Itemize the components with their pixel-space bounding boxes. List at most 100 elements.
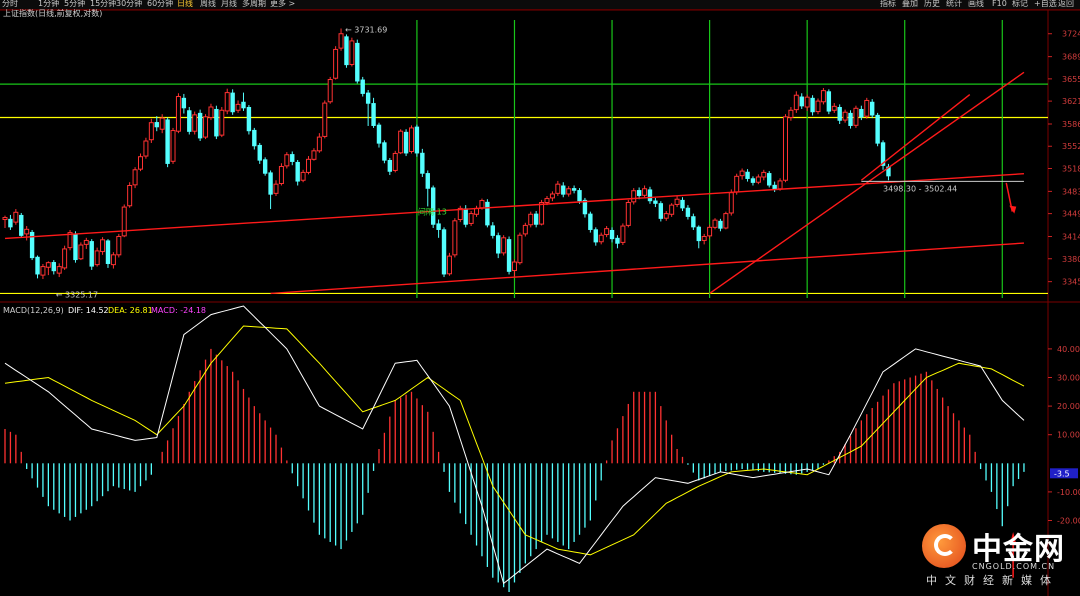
price-tick-label: 3689 xyxy=(1062,53,1080,62)
candle-body-up xyxy=(734,175,740,193)
candle-body-up xyxy=(338,33,344,49)
candle-body-down xyxy=(685,207,691,217)
candle-body-up xyxy=(94,250,100,266)
candle-body-up xyxy=(170,130,176,162)
candle-body-down xyxy=(365,92,371,104)
candle-body-up xyxy=(793,94,799,111)
candle-body-down xyxy=(696,226,701,242)
candle-body-down xyxy=(441,229,447,275)
candle-body-down xyxy=(653,200,658,204)
candle-body-up xyxy=(40,266,46,276)
candle-body-down xyxy=(371,103,376,126)
candle-body-down xyxy=(767,173,772,186)
price-tick-label: 3552 xyxy=(1062,142,1080,151)
candle-body-up xyxy=(604,228,610,236)
candle-body-down xyxy=(51,262,56,272)
candle-body-down xyxy=(848,112,853,126)
candle-body-up xyxy=(701,236,707,241)
macd-current-value: -3.5 xyxy=(1054,469,1070,478)
candle-body-up xyxy=(24,228,30,235)
candle-body-down xyxy=(745,171,750,179)
candle-body-up xyxy=(306,158,312,173)
price-tick-label: 3414 xyxy=(1062,233,1080,242)
candle-body-up xyxy=(761,171,767,178)
candle-body-up xyxy=(555,183,561,194)
candle-body-down xyxy=(230,92,235,113)
price-tick-label: 3586 xyxy=(1062,120,1080,129)
logo-domain: CNGOLD.COM.CN xyxy=(972,562,1056,571)
candle-body-up xyxy=(127,184,133,207)
candle-body-up xyxy=(782,116,788,181)
candle-body-down xyxy=(241,101,246,109)
candle-body-down xyxy=(490,225,495,236)
candle-body-down xyxy=(165,119,170,164)
macd-value-label: MACD: -24.18 xyxy=(151,306,206,315)
candle-body-up xyxy=(853,107,859,126)
candle-body-down xyxy=(105,240,111,264)
candle-body-down xyxy=(496,235,501,254)
cngold-logo: 中金网 CNGOLD.COM.CN 中文财经新媒体 xyxy=(922,522,1072,588)
candle-body-up xyxy=(517,234,523,264)
candle-body-down xyxy=(268,172,273,195)
candle-body-down xyxy=(680,199,685,209)
candle-body-down xyxy=(636,190,642,196)
candle-body-up xyxy=(392,152,398,171)
candle-body-up xyxy=(468,213,474,224)
macd-tick-label: -10.00 xyxy=(1057,488,1080,497)
candle-body-down xyxy=(506,239,512,272)
candle-body-down xyxy=(593,229,598,243)
candle-body-up xyxy=(45,262,51,268)
candle-body-down xyxy=(826,91,832,112)
stock-chart[interactable]: 3724 3689 3655 3621 3586 3552 3518 3483 3449 3414… xyxy=(0,0,1080,596)
candle-body-down xyxy=(571,188,577,191)
candle-body-down xyxy=(577,190,582,202)
candle-body-down xyxy=(262,159,268,174)
candle-body-up xyxy=(224,92,230,112)
price-arrow-head xyxy=(1009,205,1017,214)
candle-body-up xyxy=(316,136,322,152)
candle-body-down xyxy=(609,229,615,240)
candle-body-up xyxy=(333,48,339,79)
macd-tick-label: 10.00 xyxy=(1057,431,1080,440)
candle-body-up xyxy=(284,154,290,167)
candle-body-down xyxy=(718,220,723,229)
logo-subtitle: 中文财经新媒体 xyxy=(926,574,1059,587)
candle-body-down xyxy=(485,201,490,226)
candle-body-up xyxy=(669,204,675,215)
candle-body-up xyxy=(219,109,225,136)
candle-body-up xyxy=(831,105,837,111)
candle-body-up xyxy=(712,219,718,228)
candle-body-down xyxy=(360,79,365,94)
candle-body-up xyxy=(522,224,528,235)
candle-body-down xyxy=(355,42,360,82)
candle-body-up xyxy=(100,239,106,253)
candle-body-up xyxy=(208,106,214,118)
candle-body-down xyxy=(588,213,593,230)
candle-body-down xyxy=(252,129,257,147)
candle-body-down xyxy=(376,124,382,144)
trendline xyxy=(270,242,1025,295)
candle-body-up xyxy=(203,116,209,138)
candle-body-up xyxy=(620,225,626,243)
candle-body-up xyxy=(78,244,84,260)
candle-body-down xyxy=(29,231,35,259)
candle-body-down xyxy=(420,152,425,174)
candle-body-up xyxy=(56,266,62,274)
candle-body-up xyxy=(804,96,810,108)
candle-body-down xyxy=(430,187,436,225)
candle-body-up xyxy=(815,100,821,113)
candle-body-down xyxy=(8,218,13,228)
candle-body-down xyxy=(870,101,875,116)
candle-body-down xyxy=(344,36,349,66)
price-tick-label: 3380 xyxy=(1062,255,1080,264)
candle-body-down xyxy=(73,233,78,261)
candle-body-down xyxy=(403,131,409,154)
candle-body-down xyxy=(197,112,203,139)
candle-body-down xyxy=(772,184,777,190)
candle-body-up xyxy=(631,190,637,203)
candle-body-up xyxy=(663,213,669,219)
candle-body-down xyxy=(750,178,756,183)
candle-body-up xyxy=(728,192,734,214)
price-tick-label: 3655 xyxy=(1062,75,1080,84)
logo-mark-icon xyxy=(922,524,966,568)
